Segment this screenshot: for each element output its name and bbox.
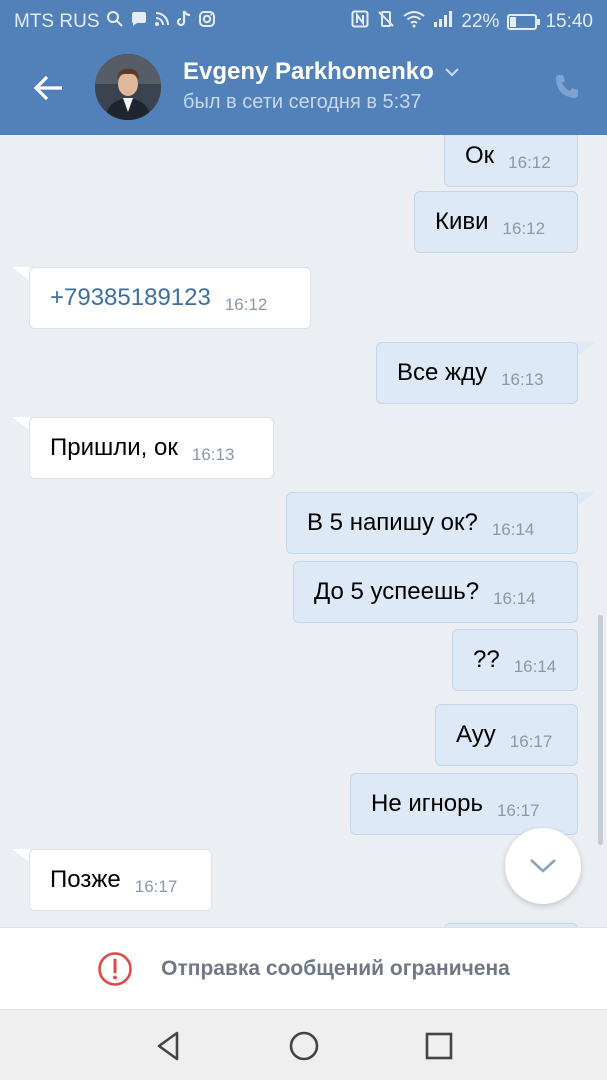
chevron-down-icon [444,68,459,77]
message-text: Пришли, ок [50,434,178,461]
message-time: 16:13 [501,370,544,389]
message-text: До 5 успеешь? [314,578,480,605]
back-button[interactable] [28,68,68,108]
message-time: 16:17 [509,732,553,751]
tiktok-icon [176,10,192,33]
battery-icon [507,13,541,30]
message-text: В 5 напишу ок? [307,509,478,536]
message-bubble-outgoing[interactable]: Ауу 16:17 [435,704,578,766]
contact-name-label: Evgeny Parkhomenko [183,58,434,85]
message-bubble-incoming[interactable]: Пришли, ок 16:13 [29,417,274,479]
message-bubble-outgoing[interactable]: Не игнорь 16:17 [350,773,578,835]
message-text: Ок [465,142,495,169]
scrollbar[interactable] [598,615,603,845]
message-bubble-outgoing[interactable]: В 5 напишу ок? 16:14 [286,492,578,554]
search-icon [106,10,124,33]
message-time: 16:14 [513,657,557,676]
message-text: Не игнорь [371,790,483,817]
bubble-tail [12,417,30,431]
message-text: Все жду [397,359,488,386]
chevron-down-icon [530,859,556,873]
bubble-tail [577,492,595,506]
circle-home-icon [289,1031,319,1061]
call-button[interactable] [552,72,582,102]
wifi-icon [403,10,426,33]
message-time: 16:12 [508,153,551,172]
signal-icon [433,10,453,33]
restriction-text: Отправка сообщений ограничена [161,956,510,980]
arrow-left-icon [33,75,62,101]
message-bubble-outgoing[interactable]: До 5 успеешь? 16:14 [293,561,578,623]
message-bubble-outgoing[interactable]: ?? 16:14 [452,629,578,691]
app-header: MTS RUS 22% 15:40 Evgeny Parkhomenko был… [0,0,607,135]
nav-recents-button[interactable] [421,1028,457,1064]
message-text: ?? [473,646,500,673]
message-time: 16:12 [224,295,268,314]
alert-circle-icon [98,951,132,986]
square-recents-icon [425,1032,453,1060]
status-bar: MTS RUS 22% 15:40 [0,0,607,42]
nav-home-button[interactable] [286,1028,322,1064]
avatar[interactable] [95,54,161,120]
chat-bubble-icon [130,10,148,33]
message-text: Ауу [456,721,496,748]
message-text: Киви [435,208,489,235]
carrier-label: MTS RUS [14,10,100,32]
message-bubble-outgoing[interactable]: Ок 16:12 [444,135,578,187]
system-nav-bar [0,1009,607,1080]
message-bubble-incoming[interactable]: +79385189123 16:12 [29,267,311,329]
bubble-tail [577,342,595,356]
message-time: 16:14 [493,589,536,608]
bubble-tail [12,267,30,281]
phone-number-link[interactable]: +79385189123 [50,284,211,312]
message-time: 16:12 [502,219,546,238]
message-time: 16:17 [496,801,540,820]
battery-percent: 22% [461,10,500,32]
bubble-tail [12,849,30,863]
rss-icon [154,11,170,32]
message-list[interactable]: Ок 16:12 Киви 16:12 +79385189123 16:12 В… [0,135,607,927]
triangle-back-icon [157,1031,179,1061]
instagram-icon [198,10,216,33]
message-time: 16:13 [191,445,235,464]
message-bubble-outgoing[interactable]: Все жду 16:13 [376,342,578,404]
nav-back-button[interactable] [151,1028,187,1064]
phone-icon [556,75,578,98]
messaging-restricted-banner: Отправка сообщений ограничена [0,927,607,1009]
message-bubble-outgoing[interactable]: Киви 16:12 [414,191,578,253]
message-time: 16:17 [134,877,178,896]
message-bubble-incoming[interactable]: Позже 16:17 [29,849,212,911]
contact-name[interactable]: Evgeny Parkhomenko [183,58,460,86]
scroll-to-bottom-button[interactable] [505,828,581,904]
message-text: Позже [50,866,121,893]
vibrate-off-icon [377,10,395,33]
clock: 15:40 [545,10,593,32]
last-seen-status: был в сети сегодня в 5:37 [183,91,422,113]
nfc-icon [351,10,369,33]
message-time: 16:14 [491,520,535,539]
